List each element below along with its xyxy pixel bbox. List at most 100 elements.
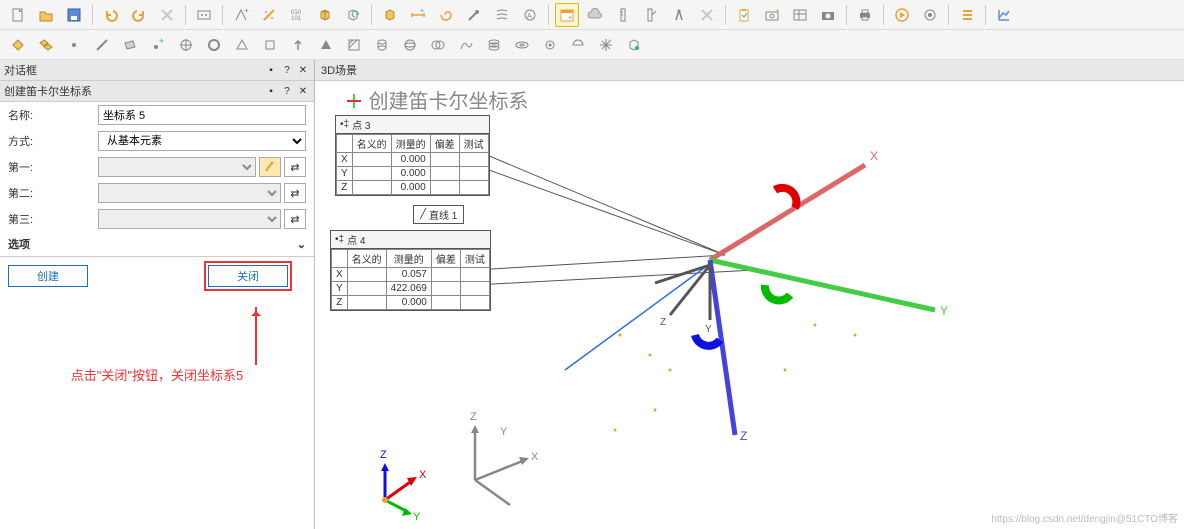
torus-icon[interactable]: [510, 33, 534, 57]
minimize-icon[interactable]: ▪: [264, 63, 278, 77]
play-icon[interactable]: [890, 3, 914, 27]
compass-icon[interactable]: [667, 3, 691, 27]
second-label: 第二:: [8, 185, 98, 201]
calendar-icon[interactable]: +: [555, 3, 579, 27]
gear-icon[interactable]: [538, 33, 562, 57]
svg-text:Z: Z: [660, 317, 666, 328]
svg-text:+: +: [244, 7, 249, 15]
delete2-icon: [695, 3, 719, 27]
main-toolbar-2: + +: [0, 30, 1184, 60]
point4-icon: •‡: [335, 234, 344, 245]
flow-icon[interactable]: [490, 3, 514, 27]
measure-tool-icon[interactable]: [611, 3, 635, 27]
arrow-up-icon[interactable]: [286, 33, 310, 57]
point3-table: 名义的测量的偏差测试 X0.000 Y0.000 Z0.000: [336, 134, 489, 195]
box-icon[interactable]: [378, 3, 402, 27]
cloud-icon[interactable]: [583, 3, 607, 27]
chart-icon[interactable]: [992, 3, 1016, 27]
dialog-panel: 对话框 ▪ ? ✕ 创建笛卡尔坐标系 ▪ ? ✕ 名称: 方式: 从基本元素 第…: [0, 60, 315, 529]
line-icon[interactable]: [90, 33, 114, 57]
svg-text:+: +: [608, 38, 612, 45]
sphere-icon[interactable]: [398, 33, 422, 57]
first-label: 第一:: [8, 159, 98, 175]
help-icon[interactable]: ?: [280, 63, 294, 77]
create-button[interactable]: 创建: [8, 265, 88, 287]
diamonds-icon[interactable]: [34, 33, 58, 57]
cube-icon[interactable]: [313, 3, 337, 27]
list-icon[interactable]: [955, 3, 979, 27]
swap-third-button[interactable]: ⇄: [284, 209, 306, 229]
print-icon[interactable]: [853, 3, 877, 27]
help2-icon[interactable]: ?: [280, 84, 294, 98]
method-select[interactable]: 从基本元素: [98, 131, 306, 151]
hatch-icon[interactable]: [342, 33, 366, 57]
ring-icon[interactable]: [202, 33, 226, 57]
annotation-arrow-icon: [255, 307, 257, 365]
stack-icon[interactable]: [482, 33, 506, 57]
watermark: https://blog.csdn.net/dengjin@51CTO博客: [991, 510, 1178, 525]
svg-text:Y: Y: [500, 426, 508, 438]
svg-text:+: +: [775, 7, 780, 15]
triangle-icon[interactable]: [230, 33, 254, 57]
pick-first-button[interactable]: [259, 157, 281, 177]
svg-text:A: A: [527, 13, 532, 20]
cube-refresh-icon[interactable]: [341, 3, 365, 27]
crosshair-icon[interactable]: [174, 33, 198, 57]
settings-icon[interactable]: [192, 3, 216, 27]
plus-point-icon[interactable]: +: [146, 33, 170, 57]
dimension-icon[interactable]: A: [518, 3, 542, 27]
svg-text:X: X: [870, 149, 878, 163]
cylinder-icon[interactable]: [370, 33, 394, 57]
camera-add-icon[interactable]: +: [760, 3, 784, 27]
half-sphere-icon[interactable]: [566, 33, 590, 57]
ruler-icon[interactable]: +: [406, 3, 430, 27]
swap-first-button[interactable]: ⇄: [284, 157, 306, 177]
clipboard-icon[interactable]: [732, 3, 756, 27]
minimize2-icon[interactable]: ▪: [264, 84, 278, 98]
spiral-icon[interactable]: [434, 3, 458, 27]
delete-icon: [155, 3, 179, 27]
point4-box: •‡点 4 名义的测量的偏差测试 X0.057 Y422.069 Z0.000: [330, 230, 491, 311]
plane-icon[interactable]: [118, 33, 142, 57]
star-icon[interactable]: +: [594, 33, 618, 57]
merge-icon[interactable]: [426, 33, 450, 57]
name-label: 名称:: [8, 107, 98, 123]
second-select[interactable]: [98, 183, 281, 203]
point3-title: 点 3: [352, 117, 370, 132]
square-icon[interactable]: [258, 33, 282, 57]
gear-play-icon[interactable]: [918, 3, 942, 27]
add-feature-icon[interactable]: +: [229, 3, 253, 27]
point3-box: •‡点 3 名义的测量的偏差测试 X0.000 Y0.000 Z0.000: [335, 115, 490, 196]
dialog-header: 对话框 ▪ ? ✕: [0, 60, 314, 81]
save-icon[interactable]: [62, 3, 86, 27]
undo-icon[interactable]: [99, 3, 123, 27]
close-icon[interactable]: ✕: [296, 63, 310, 77]
swap-second-button[interactable]: ⇄: [284, 183, 306, 203]
third-label: 第三:: [8, 211, 98, 227]
diamond-icon[interactable]: [6, 33, 30, 57]
triangle-solid-icon[interactable]: [314, 33, 338, 57]
hex-icon[interactable]: [622, 33, 646, 57]
new-file-icon[interactable]: [6, 3, 30, 27]
options-row[interactable]: 选项 ⌄: [0, 232, 314, 256]
redo-icon[interactable]: [127, 3, 151, 27]
first-select[interactable]: [98, 157, 256, 177]
table-icon[interactable]: [788, 3, 812, 27]
angle-icon[interactable]: [639, 3, 663, 27]
open-file-icon[interactable]: [34, 3, 58, 27]
svg-text:X: X: [531, 451, 539, 463]
scene-viewport[interactable]: 3D场景 创建笛卡尔坐标系 X Y Z Z: [315, 60, 1184, 529]
close-button[interactable]: 关闭: [208, 265, 288, 287]
name-input[interactable]: [98, 105, 306, 125]
svg-text:Z: Z: [470, 411, 477, 423]
close2-icon[interactable]: ✕: [296, 84, 310, 98]
binary-icon[interactable]: 010101: [285, 3, 309, 27]
probe-icon[interactable]: [462, 3, 486, 27]
path-icon[interactable]: [454, 33, 478, 57]
magic-icon[interactable]: [257, 3, 281, 27]
point-icon[interactable]: [62, 33, 86, 57]
point4-table: 名义的测量的偏差测试 X0.057 Y422.069 Z0.000: [331, 249, 490, 310]
third-select[interactable]: [98, 209, 281, 229]
camera-icon[interactable]: [816, 3, 840, 27]
point3-icon: •‡: [340, 119, 349, 130]
